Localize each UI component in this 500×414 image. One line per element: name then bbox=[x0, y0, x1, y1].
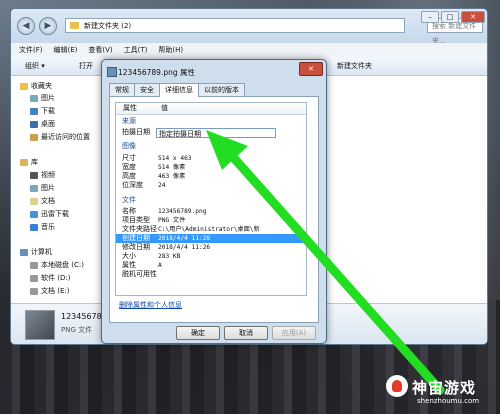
watermark-url: shenzhoumu.com bbox=[417, 397, 480, 405]
watermark-logo-icon bbox=[386, 375, 408, 397]
watermark-name: 神宙游戏 bbox=[412, 379, 477, 397]
tab-details[interactable]: 详细信息 bbox=[159, 83, 199, 97]
annotation-arrow bbox=[206, 130, 445, 395]
arrow-shaft bbox=[220, 143, 445, 395]
